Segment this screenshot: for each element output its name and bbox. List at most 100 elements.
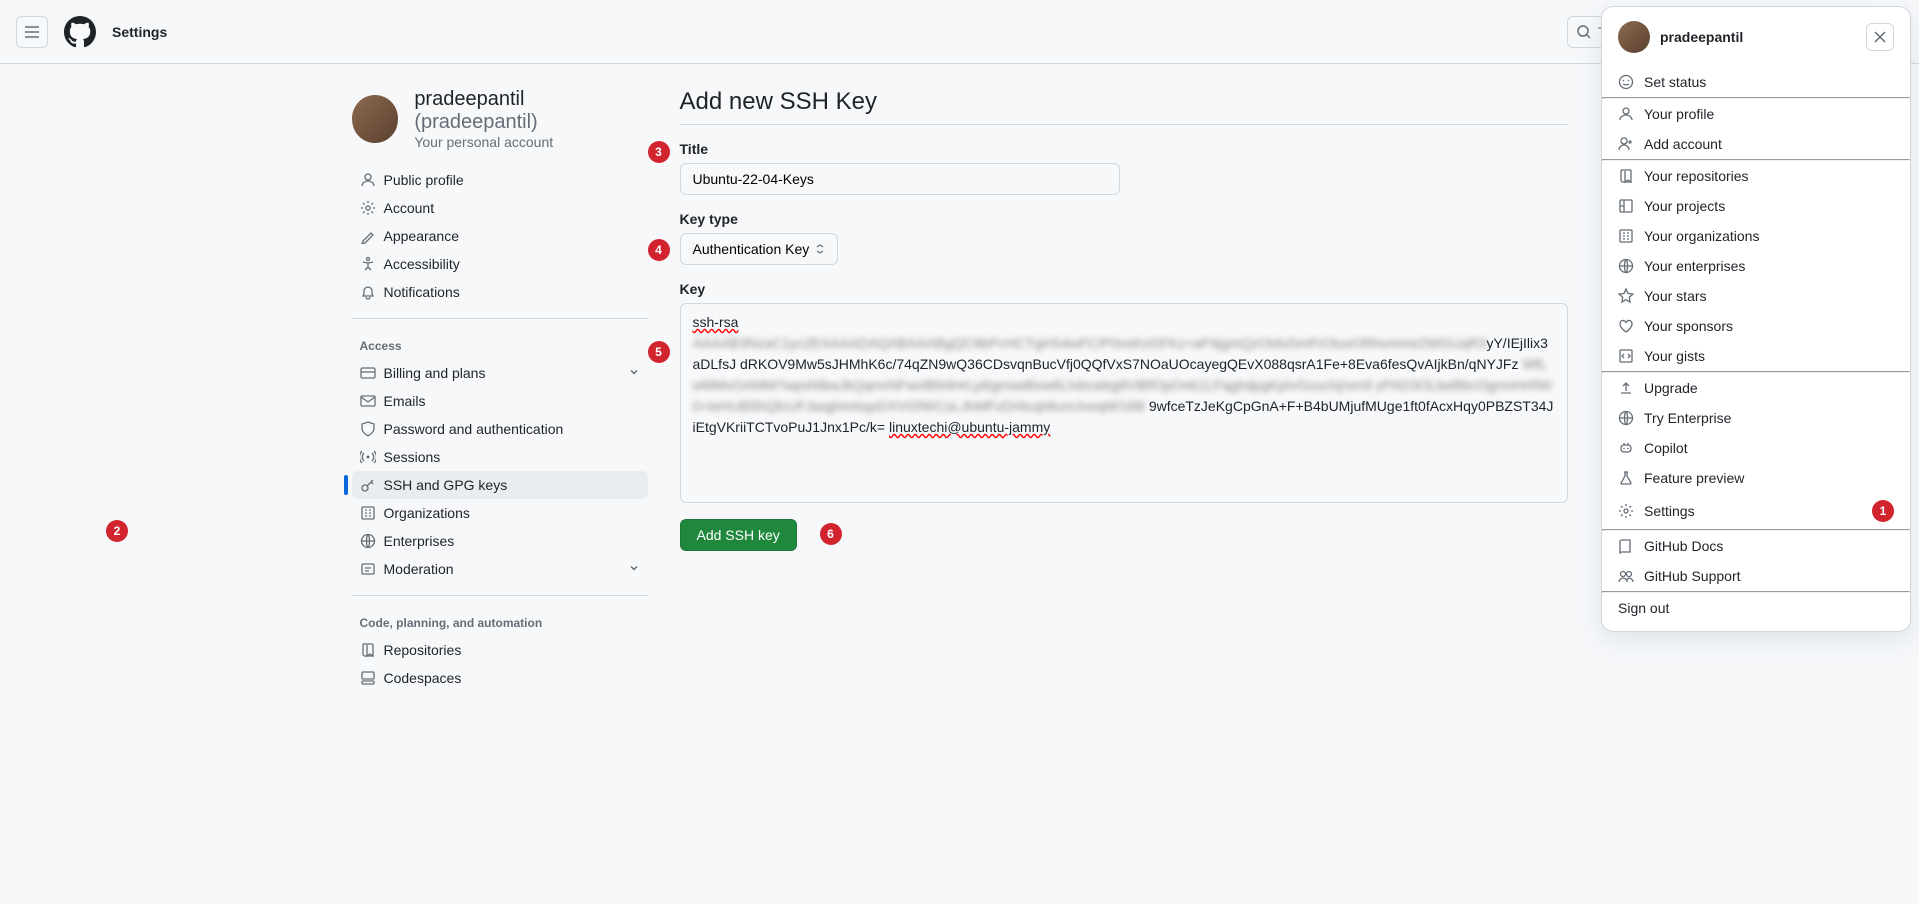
chevron-down-icon xyxy=(628,365,640,381)
sidebar-item-label: Public profile xyxy=(384,172,464,188)
menu-item-settings[interactable]: Settings1 xyxy=(1602,493,1910,529)
moderation-icon xyxy=(360,561,376,577)
globe-icon xyxy=(360,533,376,549)
sidebar-item-sessions[interactable]: Sessions xyxy=(352,443,648,471)
sidebar-item-label: Password and authentication xyxy=(384,421,564,437)
menu-item-your-gists[interactable]: Your gists xyxy=(1602,341,1910,371)
sidebar-item-enterprises[interactable]: Enterprises xyxy=(352,527,648,555)
menu-item-copilot[interactable]: Copilot xyxy=(1602,433,1910,463)
menu-item-your-repositories[interactable]: Your repositories xyxy=(1602,161,1910,191)
nav-code: Repositories Codespaces xyxy=(352,636,648,692)
separator xyxy=(352,595,648,596)
annotation-6: 6 xyxy=(820,523,842,545)
panel-avatar[interactable] xyxy=(1618,21,1650,53)
key-line-1: ssh-rsa xyxy=(693,314,739,330)
org-icon xyxy=(1618,228,1634,244)
upload-icon xyxy=(1618,380,1634,396)
card-icon xyxy=(360,365,376,381)
sidebar-item-ssh-and-gpg-keys[interactable]: SSH and GPG keys xyxy=(352,471,648,499)
sidebar-item-repositories[interactable]: Repositories xyxy=(352,636,648,664)
set-status-label: Set status xyxy=(1644,74,1706,90)
menu-item-your-stars[interactable]: Your stars xyxy=(1602,281,1910,311)
heart-icon xyxy=(1618,318,1634,334)
menu-item-label: Your stars xyxy=(1644,288,1707,304)
sidebar-item-password-and-authentication[interactable]: Password and authentication xyxy=(352,415,648,443)
annotation-3: 3 xyxy=(648,141,670,163)
profile-subtext: Your personal account xyxy=(414,134,647,150)
sidebar-item-appearance[interactable]: Appearance xyxy=(352,222,648,250)
sidebar-item-notifications[interactable]: Notifications xyxy=(352,278,648,306)
menu-item-label: Your repositories xyxy=(1644,168,1749,184)
sidebar-item-moderation[interactable]: Moderation xyxy=(352,555,648,583)
sidebar-item-accessibility[interactable]: Accessibility xyxy=(352,250,648,278)
menu-item-your-organizations[interactable]: Your organizations xyxy=(1602,221,1910,251)
hamburger-menu[interactable] xyxy=(16,16,48,48)
sidebar-item-label: Notifications xyxy=(384,284,460,300)
menu-item-upgrade[interactable]: Upgrade xyxy=(1602,373,1910,403)
add-ssh-key-button[interactable]: Add SSH key xyxy=(680,519,797,551)
broadcast-icon xyxy=(360,449,376,465)
sidebar-item-label: Organizations xyxy=(384,505,470,521)
profile-display-name: pradeepantil xyxy=(414,88,524,110)
set-status-item[interactable]: Set status xyxy=(1602,67,1910,97)
keytype-select[interactable]: Authentication Key xyxy=(680,233,839,265)
menu-item-try-enterprise[interactable]: Try Enterprise xyxy=(1602,403,1910,433)
star-icon xyxy=(1618,288,1634,304)
accessibility-icon xyxy=(360,256,376,272)
sidebar-item-label: Moderation xyxy=(384,561,454,577)
user-menu-panel: pradeepantil Set status Your profileAdd … xyxy=(1601,6,1911,632)
beaker-icon xyxy=(1618,470,1634,486)
menu-item-your-sponsors[interactable]: Your sponsors xyxy=(1602,311,1910,341)
menu-item-github-support[interactable]: GitHub Support xyxy=(1602,561,1910,591)
profile-header: pradeepantil (pradeepantil) Your persona… xyxy=(352,88,648,150)
keytype-value: Authentication Key xyxy=(693,241,810,257)
sidebar-item-codespaces[interactable]: Codespaces xyxy=(352,664,648,692)
globe-icon xyxy=(1618,258,1634,274)
sidebar-item-label: Repositories xyxy=(384,642,462,658)
shield-icon xyxy=(360,421,376,437)
sign-out-label: Sign out xyxy=(1618,600,1669,616)
annotation-1: 1 xyxy=(1872,500,1894,522)
sidebar-item-label: Appearance xyxy=(384,228,460,244)
menu-item-label: Your gists xyxy=(1644,348,1705,364)
menu-item-label: GitHub Support xyxy=(1644,568,1741,584)
annotation-4: 4 xyxy=(648,239,670,261)
menu-item-add-account[interactable]: Add account xyxy=(1602,129,1910,159)
github-logo-icon[interactable] xyxy=(64,16,96,48)
menu-item-your-projects[interactable]: Your projects xyxy=(1602,191,1910,221)
personplus-icon xyxy=(1618,136,1634,152)
gist-icon xyxy=(1618,348,1634,364)
menu-item-your-enterprises[interactable]: Your enterprises xyxy=(1602,251,1910,281)
menu-item-your-profile[interactable]: Your profile xyxy=(1602,99,1910,129)
menu-item-label: Try Enterprise xyxy=(1644,410,1731,426)
sidebar-item-organizations[interactable]: Organizations xyxy=(352,499,648,527)
menu-item-label: Your organizations xyxy=(1644,228,1759,244)
sidebar-item-public-profile[interactable]: Public profile xyxy=(352,166,648,194)
sidebar-item-label: Account xyxy=(384,200,435,216)
hamburger-icon xyxy=(24,24,40,40)
sidebar-item-billing-and-plans[interactable]: Billing and plans xyxy=(352,359,648,387)
key-vis-4: linuxtechi@ubuntu-jammy xyxy=(889,419,1050,435)
menu-item-feature-preview[interactable]: Feature preview xyxy=(1602,463,1910,493)
menu-item-label: Feature preview xyxy=(1644,470,1744,486)
select-caret-icon xyxy=(815,244,825,254)
repo-icon xyxy=(360,642,376,658)
main-content: Add new SSH Key 3 Title 4 Key type Authe… xyxy=(648,88,1568,692)
nav-access: Billing and plans Emails Password and auth… xyxy=(352,359,648,583)
sidebar-item-emails[interactable]: Emails xyxy=(352,387,648,415)
annotation-2: 2 xyxy=(106,520,128,542)
sign-out-item[interactable]: Sign out xyxy=(1602,593,1910,623)
close-button[interactable] xyxy=(1866,23,1894,51)
sidebar-item-account[interactable]: Account xyxy=(352,194,648,222)
sidebar-item-label: Billing and plans xyxy=(384,365,486,381)
people-icon xyxy=(1618,568,1634,584)
sidebar-item-label: Codespaces xyxy=(384,670,462,686)
key-icon xyxy=(360,477,376,493)
menu-item-label: Upgrade xyxy=(1644,380,1698,396)
key-textarea[interactable]: ssh-rsa AAAAB3NzaC1yc2EAAAADAQABAAABgQC9… xyxy=(680,303,1568,503)
menu-item-github-docs[interactable]: GitHub Docs xyxy=(1602,531,1910,561)
nav-primary: Public profile Account Appearance Accessibi… xyxy=(352,166,648,306)
title-input[interactable] xyxy=(680,163,1120,195)
avatar[interactable] xyxy=(352,95,399,143)
section-code-label: Code, planning, and automation xyxy=(352,608,648,636)
